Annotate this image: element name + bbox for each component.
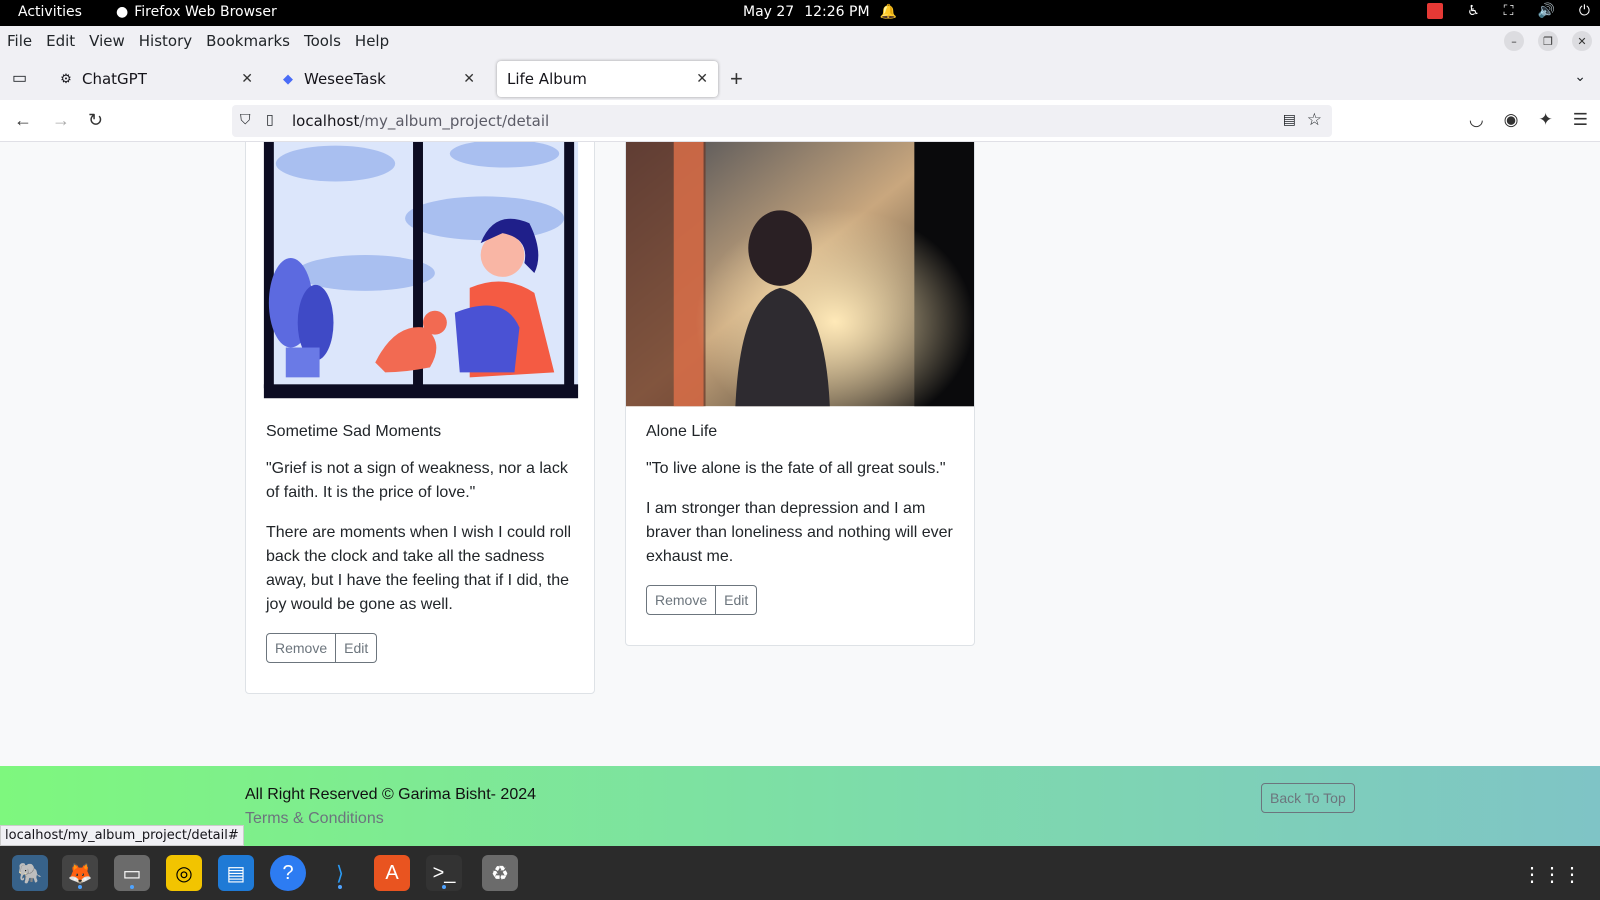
rhythmbox-icon[interactable]: ◎ xyxy=(166,855,202,891)
menu-bookmarks[interactable]: Bookmarks xyxy=(206,32,290,50)
date: May 27 xyxy=(743,4,795,20)
close-window-button[interactable]: ✕ xyxy=(1572,31,1592,51)
system-top-bar: Activities ● Firefox Web Browser May 27 … xyxy=(0,0,1600,26)
menu-edit[interactable]: Edit xyxy=(46,32,75,50)
card-description: There are moments when I wish I could ro… xyxy=(266,524,572,613)
card-actions: Remove Edit xyxy=(266,633,378,663)
menu-view[interactable]: View xyxy=(89,32,125,50)
chatgpt-icon: ⚙ xyxy=(60,71,72,87)
status-url: localhost/my_album_project/detail# xyxy=(0,825,244,846)
activities-button[interactable]: Activities xyxy=(18,4,82,20)
time: 12:26 PM xyxy=(804,4,870,20)
tab-life-album[interactable]: Life Album ✕ xyxy=(497,61,718,97)
edit-button[interactable]: Edit xyxy=(716,585,758,615)
app-name: Firefox Web Browser xyxy=(134,4,277,20)
back-to-top-button[interactable]: Back To Top xyxy=(1261,783,1355,813)
weseetask-icon: ◆ xyxy=(283,71,293,87)
menu-file[interactable]: File xyxy=(7,32,32,50)
notification-bell-icon: 🔔 xyxy=(879,4,897,20)
album-card: Alone Life "To live alone is the fate of… xyxy=(625,142,975,646)
tab-label: ChatGPT xyxy=(82,70,147,88)
clock[interactable]: May 27 12:26 PM 🔔 xyxy=(743,4,897,20)
page-content: Sometime Sad Moments "Grief is not a sig… xyxy=(0,142,1600,766)
card-image-alone-life xyxy=(626,142,974,407)
app-center-icon[interactable]: A xyxy=(374,855,410,891)
files-icon[interactable]: ▭ xyxy=(114,855,150,891)
firefox-icon[interactable]: 🦊 xyxy=(62,855,98,891)
terms-link[interactable]: Terms & Conditions xyxy=(245,810,384,828)
pocket-icon[interactable]: ◡ xyxy=(1469,110,1484,130)
tab-label: Life Album xyxy=(507,70,587,88)
card-title: Sometime Sad Moments xyxy=(266,423,442,440)
volume-icon[interactable]: 🔊 xyxy=(1537,3,1554,19)
menu-help[interactable]: Help xyxy=(355,32,389,50)
card-quote: "Grief is not a sign of weakness, nor a … xyxy=(266,460,568,501)
power-icon[interactable]: ⏻ xyxy=(1579,3,1590,19)
close-tab-icon[interactable]: ✕ xyxy=(463,71,475,87)
card-quote: "To live alone is the fate of all great … xyxy=(646,460,946,477)
network-icon[interactable]: ⛶ xyxy=(1504,3,1514,19)
firefox-view-icon[interactable]: ▭ xyxy=(12,68,27,88)
url-bar[interactable]: ⛉ ▯ localhost/my_album_project/detail ▤ … xyxy=(232,105,1332,137)
menu-tools[interactable]: Tools xyxy=(304,32,341,50)
shield-icon[interactable]: ⛉ xyxy=(240,112,251,128)
anydesk-icon[interactable] xyxy=(1427,3,1444,19)
dock: 🐘 🦊 ▭ ◎ ▤ ? ⟩ A >_ ♻ ⋮⋮⋮ xyxy=(0,846,1600,900)
writer-icon[interactable]: ▤ xyxy=(218,855,254,891)
forward-icon[interactable]: → xyxy=(52,110,70,131)
copyright-text: All Right Reserved © Garima Bisht- 2024 xyxy=(245,786,537,803)
menu-bar: File Edit View History Bookmarks Tools H… xyxy=(0,26,1600,56)
system-tray[interactable]: ♿ ⛶ 🔊 ⏻ xyxy=(1427,3,1590,19)
album-card: Sometime Sad Moments "Grief is not a sig… xyxy=(245,142,595,694)
bookmark-star-icon[interactable]: ☆ xyxy=(1307,110,1322,130)
tab-label: WeseeTask xyxy=(304,70,386,88)
firefox-icon: ● xyxy=(116,4,129,20)
list-all-tabs-icon[interactable]: ⌄ xyxy=(1574,68,1586,85)
back-icon[interactable]: ← xyxy=(14,110,32,131)
edit-button[interactable]: Edit xyxy=(336,633,378,663)
accessibility-icon[interactable]: ♿ xyxy=(1467,3,1480,19)
account-icon[interactable]: ◉ xyxy=(1504,110,1519,130)
vscode-icon[interactable]: ⟩ xyxy=(322,855,358,891)
card-description: I am stronger than depression and I am b… xyxy=(646,500,953,565)
page-info-icon[interactable]: ▯ xyxy=(266,112,274,128)
trash-icon[interactable]: ♻ xyxy=(482,855,518,891)
new-tab-icon[interactable]: + xyxy=(730,66,743,92)
tab-bar: ▭ ⚙ ChatGPT ✕ ◆ WeseeTask ✕ Life Album ✕… xyxy=(0,56,1600,100)
reader-view-icon[interactable]: ▤ xyxy=(1283,112,1296,128)
card-actions: Remove Edit xyxy=(646,585,758,615)
close-tab-icon[interactable]: ✕ xyxy=(696,71,708,87)
restore-button[interactable]: ❐ xyxy=(1538,31,1558,51)
url-text[interactable]: localhost/my_album_project/detail xyxy=(292,112,549,130)
remove-button[interactable]: Remove xyxy=(266,633,337,663)
minimize-button[interactable]: – xyxy=(1504,31,1524,51)
close-tab-icon[interactable]: ✕ xyxy=(241,71,253,87)
navigation-bar: ← → ↻ ⛉ ▯ localhost/my_album_project/det… xyxy=(0,100,1600,142)
pgadmin-icon[interactable]: 🐘 xyxy=(12,855,48,891)
menu-history[interactable]: History xyxy=(139,32,192,50)
app-menu[interactable]: ● Firefox Web Browser xyxy=(116,4,277,20)
remove-button[interactable]: Remove xyxy=(646,585,717,615)
extensions-icon[interactable]: ✦ xyxy=(1539,110,1553,130)
help-icon[interactable]: ? xyxy=(270,855,306,891)
tab-weseetask[interactable]: ◆ WeseeTask ✕ xyxy=(270,61,485,97)
app-menu-icon[interactable]: ☰ xyxy=(1573,110,1588,130)
reload-icon[interactable]: ↻ xyxy=(88,110,103,131)
terminal-icon[interactable]: >_ xyxy=(426,855,462,891)
card-image-sad-moments xyxy=(246,142,594,407)
card-title: Alone Life xyxy=(646,423,718,440)
tab-chatgpt[interactable]: ⚙ ChatGPT ✕ xyxy=(48,61,263,97)
show-apps-icon[interactable]: ⋮⋮⋮ xyxy=(1522,862,1582,887)
